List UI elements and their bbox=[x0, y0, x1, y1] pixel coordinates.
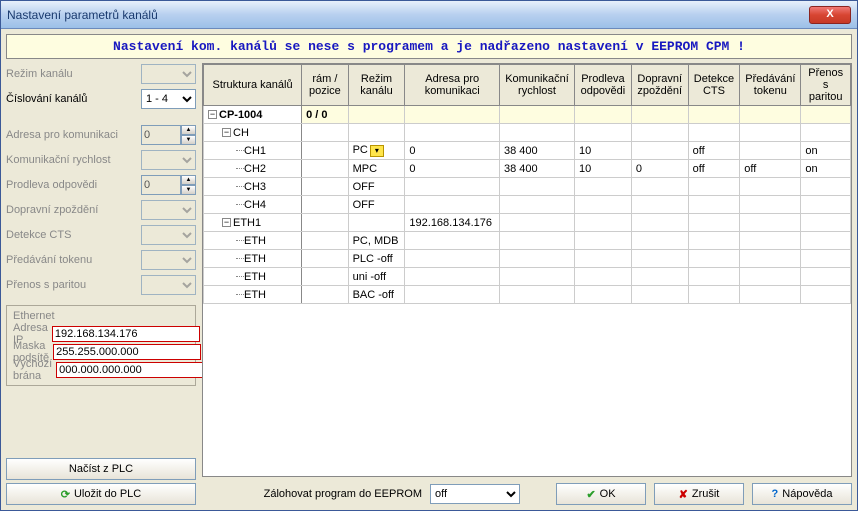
cross-icon: ✘ bbox=[679, 488, 688, 501]
prenos-select[interactable] bbox=[141, 275, 196, 295]
gate-input[interactable] bbox=[56, 362, 204, 378]
ethernet-fieldset: Ethernet Adresa IP Maska podsítě Výchozí… bbox=[6, 305, 196, 386]
help-button[interactable]: ?Nápověda bbox=[752, 483, 852, 505]
table-row: CH2MPC038 400100offoffon bbox=[204, 160, 851, 178]
spin-up[interactable]: ▲ bbox=[181, 175, 196, 185]
detekce-select[interactable] bbox=[141, 225, 196, 245]
col-dopravni: Dopravní zpoždění bbox=[631, 65, 688, 106]
table-row: ETHuni -off bbox=[204, 268, 851, 286]
channel-grid[interactable]: Struktura kanálů rám / pozice Režim kaná… bbox=[202, 63, 852, 477]
kom-rych-label: Komunikační rychlost bbox=[6, 154, 141, 166]
dopravni-label: Dopravní zpoždění bbox=[6, 204, 141, 216]
table-row: ETHPC, MDB bbox=[204, 232, 851, 250]
rezim-kanal-select[interactable] bbox=[141, 64, 196, 84]
dopravni-select[interactable] bbox=[141, 200, 196, 220]
close-button[interactable]: X bbox=[809, 6, 851, 24]
refresh-icon: ⟳ bbox=[61, 488, 70, 501]
left-panel: Režim kanálu Číslování kanálů1 - 4 Adres… bbox=[6, 63, 196, 505]
col-prenos: Přenos s paritou bbox=[801, 65, 851, 106]
warning-icon: ▾ bbox=[370, 145, 384, 157]
spin-down[interactable]: ▼ bbox=[181, 135, 196, 145]
cislovani-select[interactable]: 1 - 4 bbox=[141, 89, 196, 109]
backup-select[interactable]: off bbox=[430, 484, 520, 504]
predavani-label: Předávání tokenu bbox=[6, 254, 141, 266]
prenos-label: Přenos s paritou bbox=[6, 279, 141, 291]
tree-toggle[interactable]: − bbox=[208, 110, 217, 119]
col-adresa: Adresa pro komunikaci bbox=[405, 65, 500, 106]
kom-rych-select[interactable] bbox=[141, 150, 196, 170]
table-row: CH3OFF bbox=[204, 178, 851, 196]
adresa-kom-label: Adresa pro komunikaci bbox=[6, 129, 141, 141]
mask-input[interactable] bbox=[53, 344, 201, 360]
question-icon: ? bbox=[772, 488, 779, 500]
tree-toggle[interactable]: − bbox=[222, 128, 231, 137]
tree-toggle[interactable]: − bbox=[222, 218, 231, 227]
rezim-kanal-label: Režim kanálu bbox=[6, 68, 141, 80]
cancel-button[interactable]: ✘Zrušit bbox=[654, 483, 744, 505]
prodleva-label: Prodleva odpovědi bbox=[6, 179, 141, 191]
spin-down[interactable]: ▼ bbox=[181, 185, 196, 195]
gate-label: Výchozí brána bbox=[13, 358, 52, 382]
col-predavani: Předávání tokenu bbox=[740, 65, 801, 106]
table-row: ETHBAC -off bbox=[204, 286, 851, 304]
col-rezim: Režim kanálu bbox=[348, 65, 405, 106]
table-row: −CH bbox=[204, 124, 851, 142]
titlebar: Nastavení parametrů kanálů X bbox=[1, 1, 857, 29]
col-prodleva: Prodleva odpovědi bbox=[575, 65, 632, 106]
spin-up[interactable]: ▲ bbox=[181, 125, 196, 135]
warning-banner: Nastavení kom. kanálů se nese s programe… bbox=[6, 34, 852, 59]
col-detekce: Detekce CTS bbox=[688, 65, 740, 106]
col-rychlost: Komunikační rychlost bbox=[500, 65, 575, 106]
table-row: ETHPLC -off bbox=[204, 250, 851, 268]
table-row: CH1PC▾038 40010offon bbox=[204, 142, 851, 160]
save-to-plc-button[interactable]: ⟳Uložit do PLC bbox=[6, 483, 196, 505]
table-row: −CP-10040 / 0 bbox=[204, 106, 851, 124]
window-title: Nastavení parametrů kanálů bbox=[7, 8, 809, 22]
ip-input[interactable] bbox=[52, 326, 200, 342]
table-row: −ETH1192.168.134.176 bbox=[204, 214, 851, 232]
prodleva-input[interactable] bbox=[141, 175, 181, 195]
table-row: CH4OFF bbox=[204, 196, 851, 214]
ok-button[interactable]: ✔OK bbox=[556, 483, 646, 505]
predavani-select[interactable] bbox=[141, 250, 196, 270]
detekce-label: Detekce CTS bbox=[6, 229, 141, 241]
ethernet-legend: Ethernet bbox=[13, 310, 189, 322]
check-icon: ✔ bbox=[586, 488, 595, 501]
col-pozice: rám / pozice bbox=[302, 65, 348, 106]
cislovani-label: Číslování kanálů bbox=[6, 93, 141, 105]
col-struktura: Struktura kanálů bbox=[204, 65, 302, 106]
load-from-plc-button[interactable]: Načíst z PLC bbox=[6, 458, 196, 480]
backup-label: Zálohovat program do EEPROM bbox=[264, 488, 422, 500]
adresa-kom-input[interactable] bbox=[141, 125, 181, 145]
